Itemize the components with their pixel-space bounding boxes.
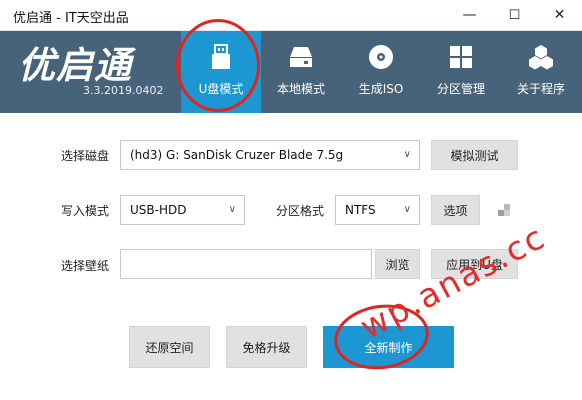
tab-label: 分区管理	[436, 82, 485, 96]
browse-button[interactable]: 浏览	[375, 249, 420, 279]
chevron-down-icon: ∨	[403, 204, 411, 215]
cubes-icon	[529, 45, 553, 70]
tab-label: 本地模式	[276, 82, 325, 96]
format-free-upgrade-button[interactable]: 免格升级	[226, 326, 307, 368]
write-mode-label: 写入模式	[61, 204, 110, 218]
highlight-circle-usb-tab	[176, 19, 260, 112]
partition-grid-icon	[450, 46, 472, 68]
maximize-button[interactable]: ☐	[492, 0, 537, 30]
restore-space-button[interactable]: 还原空间	[129, 326, 210, 368]
disk-label: 选择磁盘	[61, 149, 110, 163]
write-mode-select[interactable]: USB-HDD ∨	[120, 195, 245, 225]
partition-format-value: NTFS	[345, 203, 376, 217]
options-button[interactable]: 选项	[431, 195, 480, 225]
hard-disk-icon	[290, 47, 312, 67]
minimize-button[interactable]: —	[447, 0, 492, 30]
chevron-down-icon: ∨	[228, 204, 236, 215]
window-title: 优启通 - IT天空出品	[13, 11, 129, 26]
partition-format-select[interactable]: NTFS ∨	[335, 195, 420, 225]
app-logo: 优启通	[18, 44, 132, 87]
pixel-grid-icon	[498, 204, 510, 216]
close-button[interactable]: ✕	[537, 0, 582, 30]
tab-label: 关于程序	[516, 82, 565, 96]
disk-select[interactable]: (hd3) G: SanDisk Cruzer Blade 7.5g ∨	[120, 140, 420, 170]
tab-partition-manager[interactable]: 分区管理	[421, 31, 501, 113]
tab-make-iso[interactable]: 生成ISO	[341, 31, 421, 113]
tab-label: 生成ISO	[358, 82, 404, 96]
version-label: 3.3.2019.0402	[83, 84, 164, 97]
color-picker-button[interactable]	[490, 195, 520, 225]
write-mode-value: USB-HDD	[130, 203, 187, 217]
wallpaper-label: 选择壁纸	[61, 259, 110, 273]
chevron-down-icon: ∨	[403, 149, 411, 160]
tab-about[interactable]: 关于程序	[501, 31, 581, 113]
disk-select-value: (hd3) G: SanDisk Cruzer Blade 7.5g	[130, 148, 344, 162]
simulate-test-button[interactable]: 模拟测试	[431, 140, 518, 170]
tab-local-mode[interactable]: 本地模式	[261, 31, 341, 113]
wallpaper-input[interactable]	[120, 249, 372, 279]
disc-icon	[369, 45, 393, 69]
partition-format-label: 分区格式	[276, 204, 325, 218]
